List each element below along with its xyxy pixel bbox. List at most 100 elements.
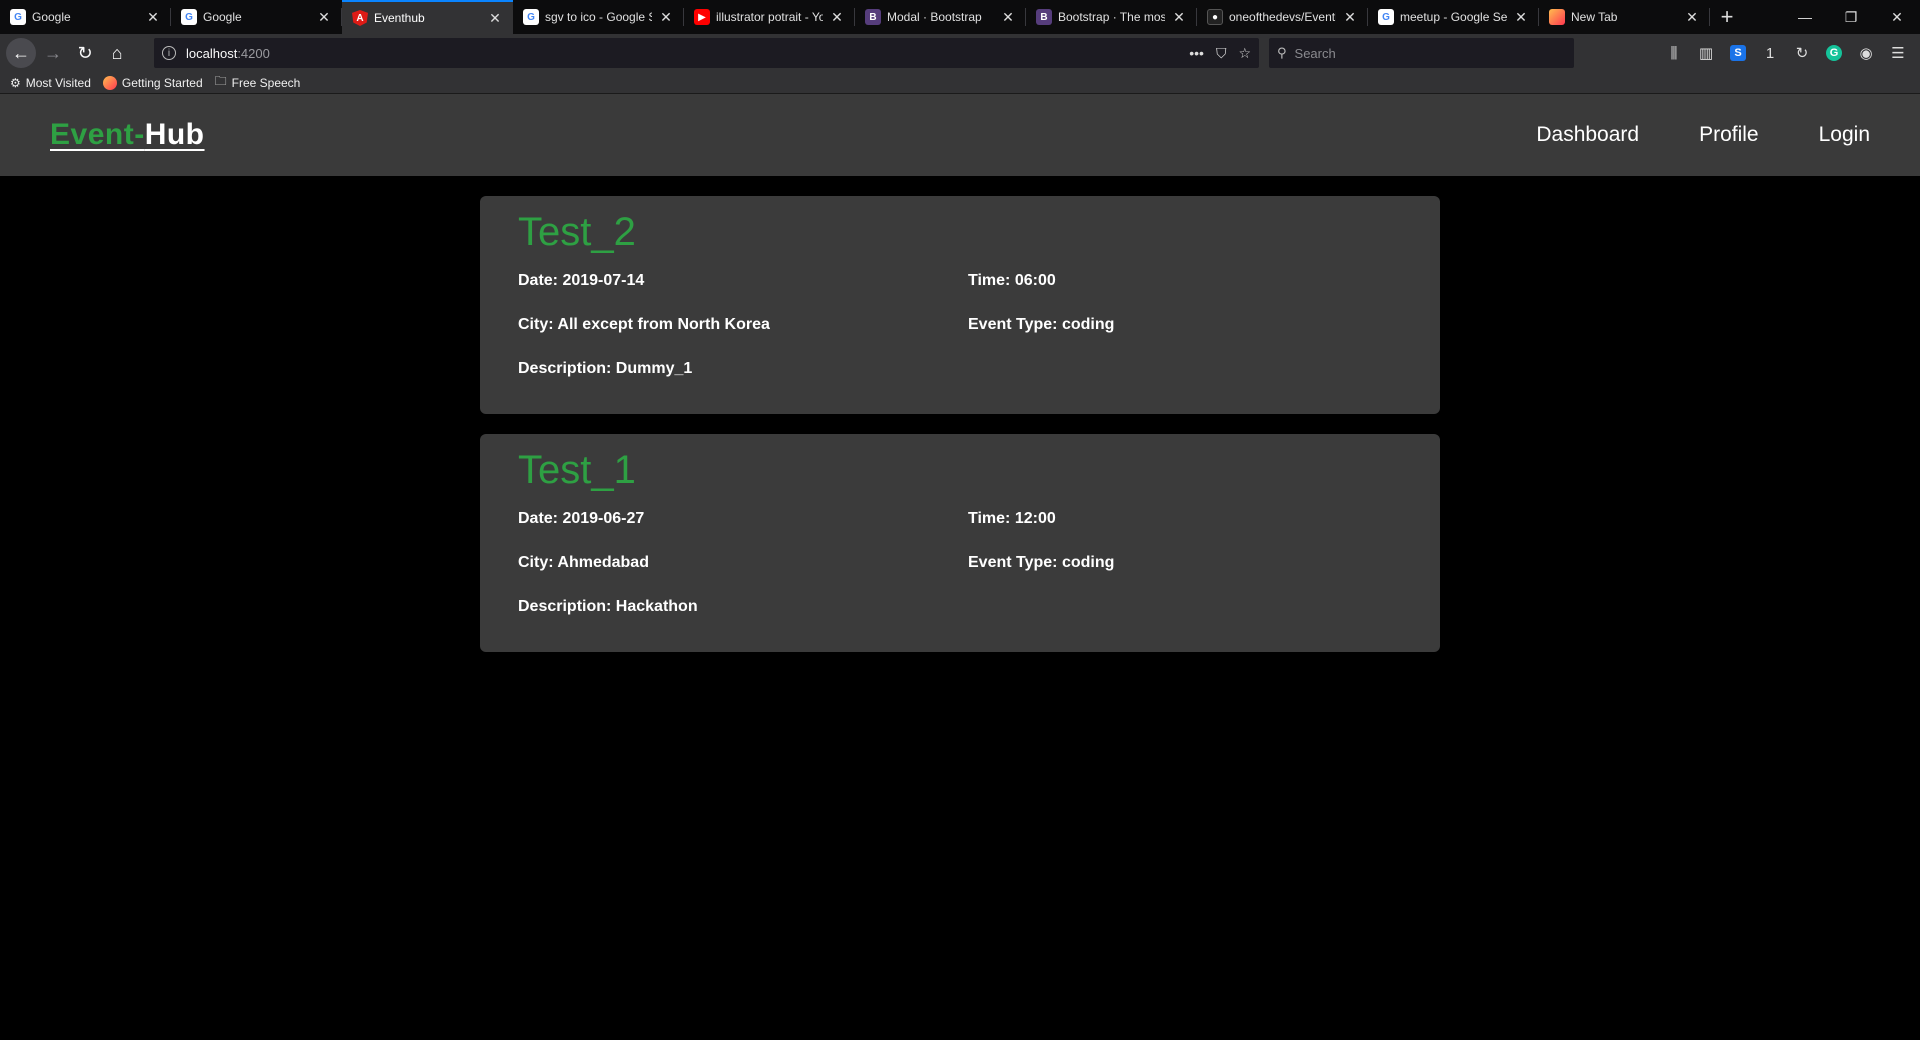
back-arrow-icon[interactable]: ← (6, 38, 36, 68)
nav-dashboard-link[interactable]: Dashboard (1536, 123, 1639, 147)
browser-toolbar: ← → ↻ ⌂ i localhost:4200 ••• ⛉ ☆ ⚲ Searc… (0, 34, 1920, 72)
browser-tab[interactable]: New Tab ✕ (1539, 0, 1710, 34)
search-placeholder: Search (1294, 45, 1336, 61)
close-tab-icon[interactable]: ✕ (145, 9, 161, 26)
minimize-icon[interactable]: — (1782, 0, 1828, 34)
browser-tab[interactable]: ▶ illustrator potrait - Yo ✕ (684, 0, 855, 34)
google-icon: G (10, 9, 26, 25)
tab-title: illustrator potrait - Yo (716, 10, 823, 24)
tab-title: Google (32, 10, 71, 24)
site-header: Event-Hub Dashboard Profile Login (0, 94, 1920, 176)
bootstrap-icon: B (865, 9, 881, 25)
site-info-icon[interactable]: i (162, 46, 176, 60)
bookmark-label: Most Visited (25, 75, 91, 90)
event-description: Description: Hackathon (518, 598, 698, 615)
extension-badge-icon[interactable]: 1 (1754, 38, 1786, 68)
event-title: Test_1 (518, 448, 636, 492)
toolbar-icons: ⫼ ▥ S 1 ↻ G ◉ ☰ (1658, 38, 1914, 68)
bookmark-free-speech[interactable]: 🗀 Free Speech (215, 72, 301, 93)
gear-icon: ⚙ (10, 75, 21, 90)
github-icon: ● (1207, 9, 1223, 25)
close-tab-icon[interactable]: ✕ (1342, 9, 1358, 26)
folder-icon: 🗀 (214, 74, 227, 88)
event-type: Event Type: coding (968, 316, 1115, 333)
event-time: Time: 06:00 (968, 272, 1056, 289)
youtube-icon: ▶ (694, 9, 710, 25)
home-icon[interactable]: ⌂ (102, 38, 132, 68)
bookmark-label: Free Speech (231, 75, 301, 90)
event-description: Description: Dummy_1 (518, 360, 693, 377)
browser-tab-strip: G Google ✕ G Google ✕ A Eventhub ✕ G sgv… (0, 0, 1920, 34)
logo-part-hub: Hub (144, 118, 205, 151)
event-type: Event Type: coding (968, 554, 1115, 571)
menu-icon[interactable]: ☰ (1882, 38, 1914, 68)
close-window-icon[interactable]: ✕ (1874, 0, 1920, 34)
firefox-icon (1549, 9, 1565, 25)
events-list: Test_2 Date: 2019-07-14 Time: 06:00 City… (480, 196, 1440, 652)
page-actions-icon[interactable]: ••• (1189, 45, 1204, 61)
firefox-icon (102, 75, 117, 90)
bookmark-star-icon[interactable]: ☆ (1238, 45, 1251, 62)
extension-s-icon[interactable]: S (1730, 45, 1746, 61)
tab-title: sgv to ico - Google S (545, 10, 652, 24)
close-tab-icon[interactable]: ✕ (658, 9, 674, 26)
pocket-icon[interactable]: ⛉ (1216, 45, 1227, 62)
address-bar[interactable]: i localhost:4200 ••• ⛉ ☆ (154, 38, 1259, 68)
library-icon[interactable]: ⫼ (1658, 38, 1690, 68)
browser-tab[interactable]: B Bootstrap · The most ✕ (1026, 0, 1197, 34)
extension-refresh-icon[interactable]: ↻ (1786, 38, 1818, 68)
event-title: Test_2 (518, 210, 636, 254)
tab-title: Eventhub (374, 11, 425, 25)
google-icon: G (181, 9, 197, 25)
search-icon: ⚲ (1277, 45, 1287, 60)
tab-title: meetup - Google Sea (1400, 10, 1507, 24)
close-tab-icon[interactable]: ✕ (316, 9, 332, 26)
close-tab-icon[interactable]: ✕ (487, 10, 503, 27)
event-card: Test_1 Date: 2019-06-27 Time: 12:00 City… (480, 434, 1440, 652)
event-card: Test_2 Date: 2019-07-14 Time: 06:00 City… (480, 196, 1440, 414)
close-tab-icon[interactable]: ✕ (1171, 9, 1187, 26)
close-tab-icon[interactable]: ✕ (1684, 9, 1700, 26)
search-input[interactable]: ⚲ Search (1269, 38, 1574, 68)
event-date: Date: 2019-06-27 (518, 510, 645, 527)
logo-part-event: Event- (50, 118, 145, 151)
nav-profile-link[interactable]: Profile (1699, 123, 1759, 147)
event-city: City: Ahmedabad (518, 554, 649, 571)
close-tab-icon[interactable]: ✕ (1000, 9, 1016, 26)
event-city: City: All except from North Korea (518, 316, 770, 333)
grammarly-icon[interactable]: G (1826, 45, 1842, 61)
event-time: Time: 12:00 (968, 510, 1056, 527)
url-host: localhost (186, 45, 238, 61)
reload-icon[interactable]: ↻ (70, 38, 100, 68)
account-icon[interactable]: ◉ (1850, 38, 1882, 68)
tab-title: Modal · Bootstrap (887, 10, 982, 24)
close-tab-icon[interactable]: ✕ (829, 9, 845, 26)
site-logo[interactable]: Event-Hub (50, 118, 205, 152)
event-date: Date: 2019-07-14 (518, 272, 645, 289)
bookmark-getting-started[interactable]: Getting Started (102, 75, 203, 90)
window-controls: — ❐ ✕ (1782, 0, 1920, 34)
browser-tab[interactable]: G Google ✕ (171, 0, 342, 34)
close-tab-icon[interactable]: ✕ (1513, 9, 1529, 26)
site-nav: Dashboard Profile Login (1476, 123, 1870, 147)
sidebar-icon[interactable]: ▥ (1690, 38, 1722, 68)
nav-login-link[interactable]: Login (1819, 123, 1870, 147)
tab-title: oneofthedevs/Eventh (1229, 10, 1336, 24)
browser-tab[interactable]: G sgv to ico - Google S ✕ (513, 0, 684, 34)
tab-title: New Tab (1571, 10, 1618, 24)
browser-tab[interactable]: G meetup - Google Sea ✕ (1368, 0, 1539, 34)
forward-arrow-icon[interactable]: → (38, 38, 68, 68)
bookmark-label: Getting Started (121, 75, 203, 90)
browser-tab[interactable]: B Modal · Bootstrap ✕ (855, 0, 1026, 34)
google-icon: G (523, 9, 539, 25)
bootstrap-icon: B (1036, 9, 1052, 25)
browser-tab[interactable]: ● oneofthedevs/Eventh ✕ (1197, 0, 1368, 34)
angular-icon: A (352, 10, 368, 26)
tab-title: Bootstrap · The most (1058, 10, 1165, 24)
restore-icon[interactable]: ❐ (1828, 0, 1874, 34)
url-port: :4200 (237, 45, 270, 61)
browser-tab[interactable]: G Google ✕ (0, 0, 171, 34)
bookmark-most-visited[interactable]: ⚙ Most Visited (10, 76, 91, 90)
browser-tab-active[interactable]: A Eventhub ✕ (342, 0, 513, 34)
new-tab-plus-icon[interactable]: + (1710, 0, 1744, 34)
